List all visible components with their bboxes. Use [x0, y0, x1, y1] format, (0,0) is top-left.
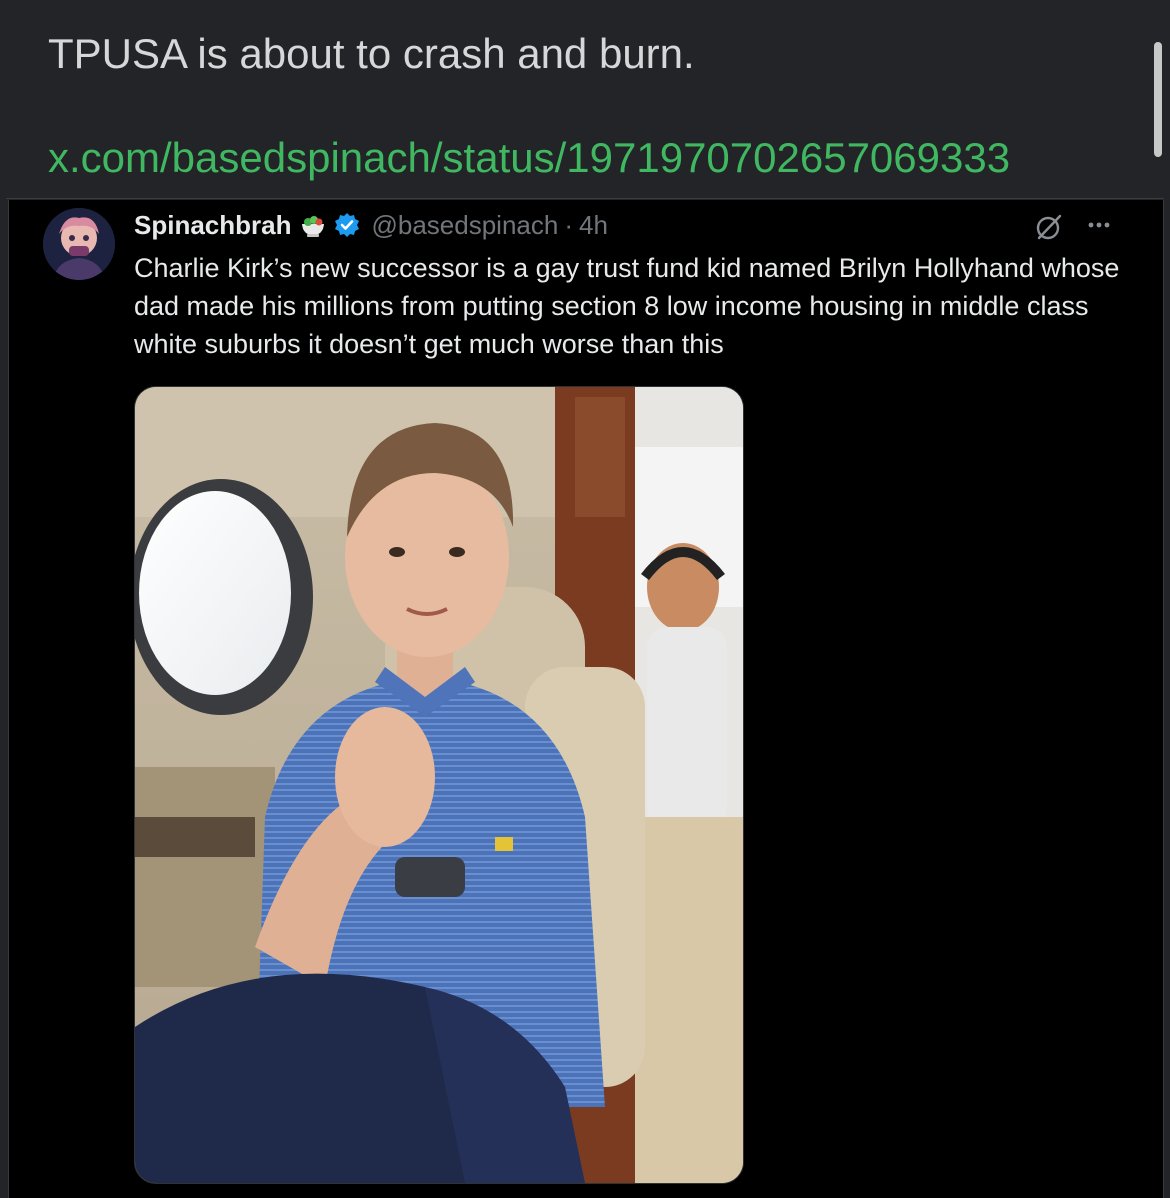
scrollbar-thumb[interactable]: [1154, 42, 1162, 157]
more-options-icon[interactable]: [1082, 214, 1116, 236]
user-handle[interactable]: @basedspinach: [371, 210, 558, 241]
post-divider: [6, 198, 1164, 199]
tweet-photo[interactable]: [134, 386, 744, 1184]
display-name[interactable]: Spinachbrah: [134, 210, 291, 241]
tweet-text: Charlie Kirk’s new successor is a gay tr…: [134, 253, 1120, 359]
grok-icon[interactable]: [1034, 212, 1064, 242]
avatar[interactable]: [43, 208, 115, 280]
verified-badge-icon: [333, 211, 361, 239]
salad-bowl-icon: [299, 211, 327, 239]
timestamp[interactable]: 4h: [579, 210, 608, 241]
separator-dot: ·: [564, 209, 574, 240]
tweet-header: Spinachbrah @basedspinach · 4h: [134, 208, 608, 242]
embedded-tweet[interactable]: Spinachbrah @basedspinach · 4h Charlie K…: [8, 200, 1164, 1198]
tweet-link[interactable]: x.com/basedspinach/status/19719707026570…: [48, 132, 1010, 184]
thread-page: TPUSA is about to crash and burn. x.com/…: [0, 0, 1170, 1198]
post-text: TPUSA is about to crash and burn.: [48, 30, 695, 77]
